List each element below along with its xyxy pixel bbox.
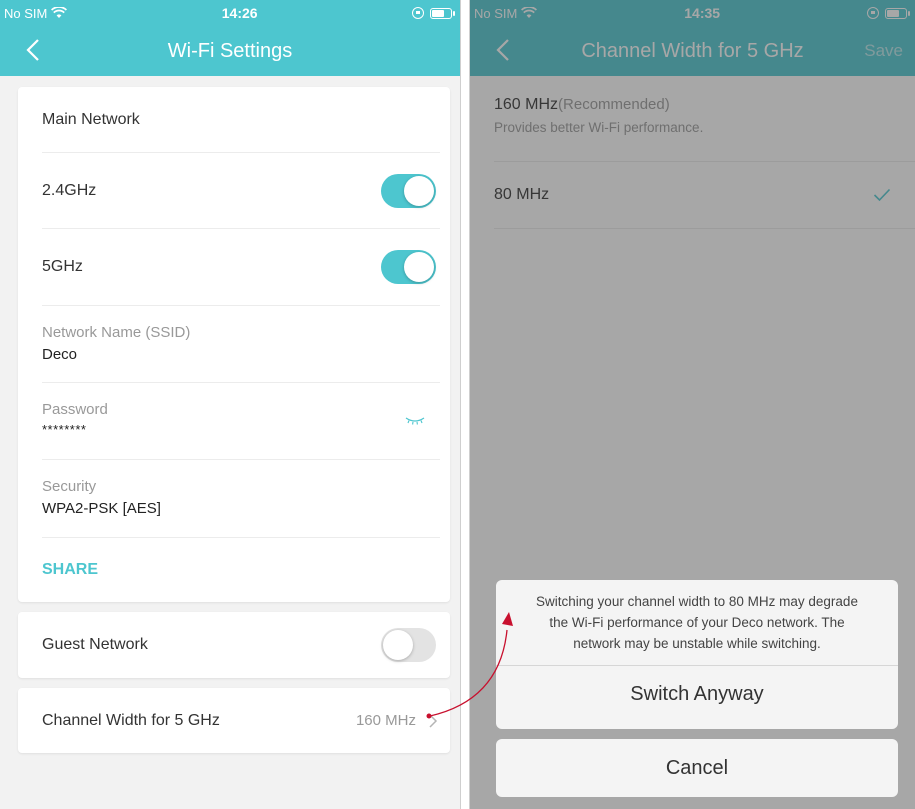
page-title: Wi-Fi Settings <box>167 39 293 62</box>
band-5-toggle[interactable] <box>381 250 436 284</box>
channel-width-screen: No SIM 14:35 Channel Width for 5 GHz Sav… <box>469 0 915 809</box>
dialog-message-line: network may be unstable while switching. <box>573 636 821 651</box>
security-row[interactable]: Security WPA2-PSK [AES] <box>42 460 440 538</box>
security-value: WPA2-PSK [AES] <box>42 500 161 517</box>
password-value: ******** <box>42 422 87 437</box>
carrier-label: No SIM <box>4 5 48 21</box>
ssid-label: Network Name (SSID) <box>42 324 191 341</box>
security-label: Security <box>42 478 97 495</box>
header-bar: No SIM 14:26 Wi-Fi Settings <box>0 0 460 76</box>
dialog-message-line: Switching your channel width to 80 MHz m… <box>536 594 858 609</box>
back-button[interactable] <box>26 36 54 64</box>
guest-network-card: Guest Network <box>18 612 450 678</box>
wifi-settings-screen: No SIM 14:26 Wi-Fi Settings Main Network… <box>0 0 461 809</box>
main-network-title: Main Network <box>42 110 140 128</box>
share-button[interactable]: SHARE <box>42 561 98 579</box>
channel-width-value: 160 MHz <box>355 712 416 729</box>
dialog-message: Switching your channel width to 80 MHz m… <box>496 580 898 666</box>
status-time: 14:26 <box>221 5 258 21</box>
orientation-lock-icon <box>412 7 424 19</box>
password-label: Password <box>42 401 108 418</box>
band-24-toggle[interactable] <box>381 173 436 208</box>
channel-width-row[interactable]: Channel Width for 5 GHz 160 MHz <box>42 688 440 753</box>
guest-network-toggle[interactable] <box>381 628 436 662</box>
channel-width-label: Channel Width for 5 GHz <box>42 711 220 729</box>
password-row[interactable]: Password ******** <box>42 383 440 460</box>
ssid-row[interactable]: Network Name (SSID) Deco <box>42 306 440 383</box>
band-24-row: 2.4GHz <box>42 153 440 229</box>
back-chevron-icon <box>26 39 39 61</box>
guest-network-label: Guest Network <box>42 636 148 653</box>
main-network-card: Main Network 2.4GHz 5GHz Network Name (S… <box>18 87 450 602</box>
band-24-label: 2.4GHz <box>42 181 97 199</box>
band-5-label: 5GHz <box>42 258 83 275</box>
share-row: SHARE <box>42 538 440 602</box>
battery-icon <box>430 7 455 19</box>
cancel-button[interactable]: Cancel <box>496 739 898 797</box>
confirm-dialog: Switching your channel width to 80 MHz m… <box>496 580 898 729</box>
main-network-header: Main Network <box>42 87 440 153</box>
ssid-value: Deco <box>42 346 78 363</box>
band-5-row: 5GHz <box>42 229 440 306</box>
nav-bar: Wi-Fi Settings <box>0 26 460 76</box>
cancel-sheet: Cancel <box>496 739 898 797</box>
chevron-right-icon <box>429 713 438 728</box>
switch-anyway-button[interactable]: Switch Anyway <box>496 666 898 722</box>
dialog-message-line: the Wi-Fi performance of your Deco netwo… <box>549 615 845 630</box>
guest-network-row: Guest Network <box>42 612 440 678</box>
channel-width-card[interactable]: Channel Width for 5 GHz 160 MHz <box>18 688 450 753</box>
status-bar: No SIM 14:26 <box>0 0 460 26</box>
wifi-icon <box>51 7 68 18</box>
eye-closed-icon[interactable] <box>404 416 426 426</box>
